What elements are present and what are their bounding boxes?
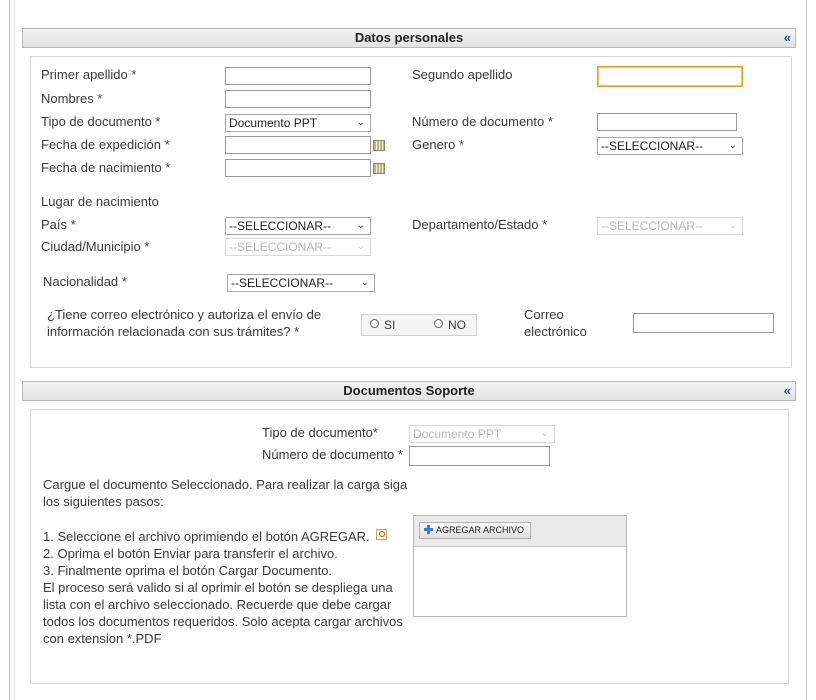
agregar-archivo-label: AGREGAR ARCHIVO [436, 525, 525, 535]
search-icon[interactable] [376, 529, 387, 540]
label-pais: País * [41, 217, 76, 232]
correo-radio-group: SI NO [361, 314, 477, 336]
soporte-numero-documento-input[interactable] [409, 446, 550, 466]
chevron-down-icon: ⌄ [356, 220, 365, 231]
segundo-apellido-input[interactable] [597, 66, 743, 87]
instrucciones-carga: Cargue el documento Seleccionado. Para r… [43, 476, 407, 510]
correo-label-linea-1: Correo [524, 307, 564, 322]
numero-documento-input[interactable] [597, 113, 737, 131]
radio-circle-icon [370, 319, 379, 328]
label-tipo-documento: Tipo de documento * [41, 114, 161, 129]
label-primer-apellido: Primer apellido * [41, 67, 137, 82]
instruccion-linea-1: Cargue el documento Seleccionado. Para r… [43, 477, 408, 492]
nacionalidad-select[interactable]: --SELECCIONAR-- ⌄ [227, 274, 375, 292]
radio-circle-icon [434, 319, 443, 328]
correo-pregunta: ¿Tiene correo electrónico y autoriza el … [47, 306, 321, 340]
section-title: Documentos Soporte [343, 383, 475, 398]
nota-3: todos los documentos requeridos. Solo ac… [43, 614, 403, 629]
upload-toolbar: AGREGAR ARCHIVO [414, 516, 626, 547]
chevron-down-icon: ⌄ [356, 241, 365, 252]
fecha-nacimiento-input[interactable] [225, 159, 371, 177]
instruccion-linea-2: los siguientes pasos: [43, 494, 164, 509]
radio-si-label: SI [384, 318, 396, 332]
agregar-archivo-button[interactable]: AGREGAR ARCHIVO [419, 522, 532, 539]
file-upload-box: AGREGAR ARCHIVO [413, 515, 627, 617]
paso-2: 2. Oprima el botón Enviar para transferi… [43, 546, 338, 561]
radio-si[interactable]: SI [370, 318, 395, 332]
pais-select[interactable]: --SELECCIONAR-- ⌄ [225, 217, 371, 235]
left-inner-line [14, 0, 15, 700]
right-rail-line [806, 0, 807, 700]
departamento-value: --SELECCIONAR-- [601, 219, 704, 233]
label-nombres: Nombres * [41, 91, 103, 106]
ciudad-value: --SELECCIONAR-- [229, 240, 332, 254]
chevron-down-icon: ⌄ [360, 277, 369, 288]
correo-label-linea-2: electrónico [524, 324, 587, 339]
soporte-tipo-documento-select[interactable]: Documento PPT ⌄ [409, 425, 555, 443]
genero-value: --SELECCIONAR-- [601, 139, 704, 153]
correo-pregunta-linea-1: ¿Tiene correo electrónico y autoriza el … [47, 307, 322, 322]
pais-value: --SELECCIONAR-- [229, 219, 332, 233]
label-genero: Genero * [412, 137, 465, 152]
label-fecha-expedicion: Fecha de expedición * [41, 137, 170, 152]
label-soporte-numero-documento: Número de documento * [262, 447, 403, 462]
nombres-input[interactable] [225, 90, 371, 108]
correo-label: Correo electrónico [524, 306, 587, 340]
chevron-down-icon: ⌄ [540, 428, 549, 439]
correo-electronico-input[interactable] [633, 313, 774, 333]
departamento-select[interactable]: --SELECCIONAR-- ⌄ [597, 217, 743, 235]
nacionalidad-value: --SELECCIONAR-- [231, 276, 334, 290]
label-numero-documento: Número de documento * [412, 114, 553, 129]
calendar-icon[interactable] [373, 140, 385, 151]
chevron-down-icon: ⌄ [728, 140, 737, 151]
label-lugar-nacimiento: Lugar de nacimiento [41, 194, 159, 209]
section-header-datos-personales[interactable]: Datos personales « [22, 28, 796, 48]
ciudad-select[interactable]: --SELECCIONAR-- ⌄ [225, 238, 371, 256]
radio-no-label: NO [448, 318, 466, 332]
label-soporte-tipo-documento: Tipo de documento* [262, 425, 378, 440]
nota-2: lista con el archivo seleccionado. Recue… [43, 597, 392, 612]
chevron-down-icon: ⌄ [728, 220, 737, 231]
paso-3: 3. Finalmente oprima el botón Cargar Doc… [43, 563, 333, 578]
label-segundo-apellido: Segundo apellido [412, 67, 513, 82]
calendar-icon[interactable] [373, 163, 385, 174]
section-title: Datos personales [354, 30, 464, 45]
label-ciudad: Ciudad/Municipio * [41, 239, 150, 254]
fecha-expedicion-input[interactable] [225, 136, 371, 154]
genero-select[interactable]: --SELECCIONAR-- ⌄ [597, 137, 743, 155]
radio-no[interactable]: NO [434, 318, 466, 332]
tipo-documento-value: Documento PPT [229, 116, 318, 130]
tipo-documento-select[interactable]: Documento PPT ⌄ [225, 114, 371, 132]
section-header-documentos-soporte[interactable]: Documentos Soporte « [22, 381, 796, 401]
primer-apellido-input[interactable] [225, 67, 371, 85]
collapse-icon[interactable]: « [784, 29, 791, 47]
label-departamento: Departamento/Estado * [412, 217, 548, 232]
paso-1: 1. Seleccione el archivo oprimiendo el b… [43, 529, 370, 544]
left-rail-line [9, 0, 10, 700]
plus-icon [424, 525, 433, 534]
label-nacionalidad: Nacionalidad * [43, 274, 127, 289]
nota-4: con extension *.PDF [43, 631, 162, 646]
label-fecha-nacimiento: Fecha de nacimiento * [41, 160, 171, 175]
collapse-icon[interactable]: « [784, 382, 791, 400]
chevron-down-icon: ⌄ [356, 117, 365, 128]
pasos-carga: 1. Seleccione el archivo oprimiendo el b… [43, 528, 403, 647]
nota-1: El proceso será valido si al oprimir el … [43, 580, 393, 595]
soporte-tipo-documento-value: Documento PPT [413, 427, 502, 441]
correo-pregunta-linea-2: información relacionada con sus trámites… [47, 324, 300, 339]
